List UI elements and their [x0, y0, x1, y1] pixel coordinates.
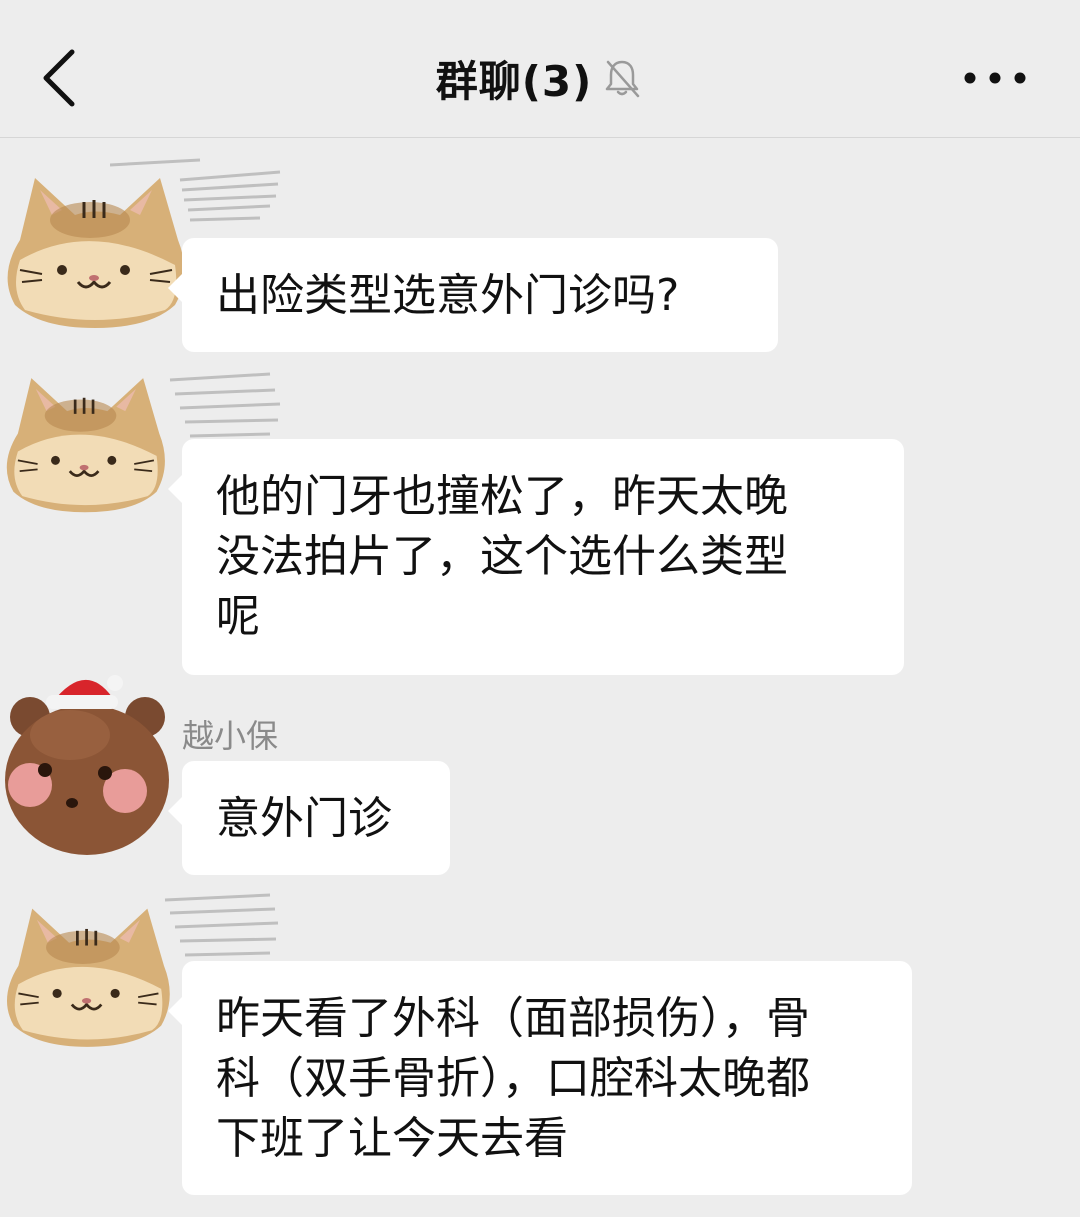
more-dots-icon [964, 72, 1026, 84]
chat-screen: 群聊(3) 出险类型选意外门诊吗? 他的门牙也撞松了，昨天太晚 没法拍片了，这个… [0, 0, 1080, 1217]
bear-santa-hat-avatar[interactable] [0, 665, 175, 860]
message-bubble[interactable]: 他的门牙也撞松了，昨天太晚 没法拍片了，这个选什么类型 呢 [168, 439, 904, 675]
message-bubble[interactable]: 昨天看了外科（面部损伤），骨 科（双手骨折），口腔科太晚都 下班了让今天去看 [168, 961, 912, 1195]
message-row: 出险类型选意外门诊吗? [0, 140, 1080, 360]
message-text: 他的门牙也撞松了，昨天太晚 没法拍片了，这个选什么类型 呢 [216, 471, 788, 642]
message-row: 昨天看了外科（面部损伤），骨 科（双手骨折），口腔科太晚都 下班了让今天去看 [0, 885, 1080, 1217]
message-text: 昨天看了外科（面部损伤），骨 科（双手骨折），口腔科太晚都 下班了让今天去看 [216, 993, 810, 1164]
message-text: 意外门诊 [216, 793, 392, 844]
title-area: 群聊(3) [0, 48, 1080, 108]
cat-bread-avatar[interactable] [0, 360, 170, 525]
message-bubble[interactable]: 意外门诊 [168, 761, 450, 875]
message-text: 出险类型选意外门诊吗? [216, 270, 680, 321]
chat-title: 群聊(3) [435, 56, 593, 106]
sender-name: 越小保 [182, 717, 279, 755]
bell-off-icon [606, 60, 640, 98]
message-row: 越小保 意外门诊 [0, 665, 1080, 885]
message-row: 他的门牙也撞松了，昨天太晚 没法拍片了，这个选什么类型 呢 [0, 355, 1080, 685]
chat-header: 群聊(3) [0, 0, 1080, 138]
cat-bread-avatar[interactable] [0, 890, 175, 1060]
message-bubble[interactable]: 出险类型选意外门诊吗? [168, 238, 778, 352]
cat-bread-avatar[interactable] [0, 170, 190, 330]
more-button[interactable] [950, 54, 1040, 102]
